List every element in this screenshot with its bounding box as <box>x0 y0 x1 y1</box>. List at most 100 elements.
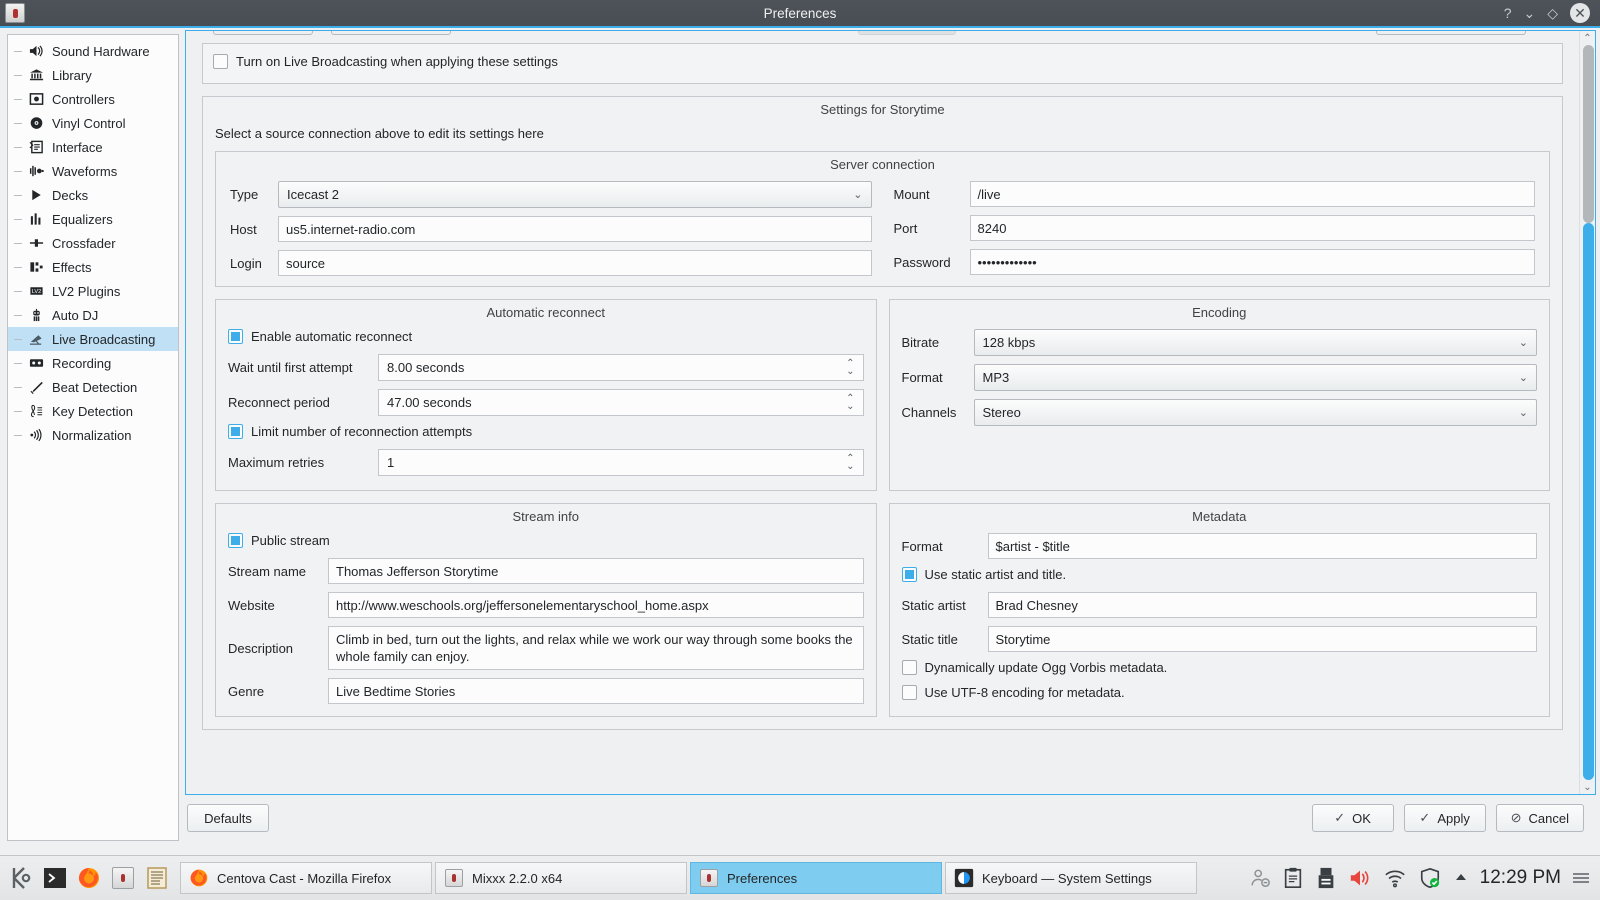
port-input[interactable]: 8240 <box>970 215 1536 241</box>
ogg-metadata-row[interactable]: Dynamically update Ogg Vorbis metadata. <box>902 660 1538 675</box>
public-stream-checkbox[interactable] <box>228 533 243 548</box>
window-task-list[interactable]: Centova Cast - Mozilla Firefox Mixxx 2.2… <box>180 862 1197 894</box>
metadata-format-input[interactable]: $artist - $title <box>988 533 1538 559</box>
turn-on-broadcasting-checkbox-row[interactable]: Turn on Live Broadcasting when applying … <box>213 54 1552 69</box>
spinner-arrows-icon[interactable]: ⌃⌄ <box>846 360 854 376</box>
chevron-down-icon[interactable]: ⌄ <box>1523 6 1535 20</box>
svg-text:LV2: LV2 <box>31 289 41 295</box>
limit-retries-checkbox[interactable] <box>228 424 243 439</box>
taskbar-item-preferences[interactable]: Preferences <box>690 862 942 894</box>
encoding-format-label: Format <box>902 370 974 385</box>
utf8-metadata-row[interactable]: Use UTF-8 encoding for metadata. <box>902 685 1538 700</box>
login-input[interactable]: source <box>278 250 872 276</box>
preferences-sidebar[interactable]: Sound Hardware Library Controllers Vinyl… <box>7 34 179 841</box>
scrollbar-thumb[interactable] <box>1583 223 1594 780</box>
bitrate-combobox[interactable]: 128 kbps ⌄ <box>974 329 1538 356</box>
reconnect-period-value: 47.00 seconds <box>387 395 472 410</box>
firefox-icon[interactable] <box>74 863 104 893</box>
wait-first-attempt-row: Wait until first attempt 8.00 seconds ⌃⌄ <box>228 354 864 381</box>
tree-branch-icon <box>14 51 26 52</box>
public-stream-row[interactable]: Public stream <box>228 533 864 548</box>
turn-on-broadcasting-checkbox[interactable] <box>213 54 228 69</box>
limit-retries-row[interactable]: Limit number of reconnection attempts <box>228 424 864 439</box>
sidebar-item-key-detection[interactable]: Key Detection <box>8 399 178 423</box>
sidebar-item-recording[interactable]: Recording <box>8 351 178 375</box>
mount-input[interactable]: /live <box>970 181 1536 207</box>
taskbar-item-keyboard-settings[interactable]: Keyboard — System Settings <box>945 862 1197 894</box>
sidebar-item-crossfader[interactable]: Crossfader <box>8 231 178 255</box>
text-editor-icon[interactable] <box>142 863 172 893</box>
show-hidden-icons-icon[interactable] <box>1453 871 1469 885</box>
sidebar-item-equalizers[interactable]: Equalizers <box>8 207 178 231</box>
sidebar-item-controllers[interactable]: Controllers <box>8 87 178 111</box>
vertical-scrollbar[interactable]: ⌃ ⌄ <box>1579 31 1595 794</box>
ogg-metadata-checkbox[interactable] <box>902 660 917 675</box>
scrollbar-thumb-upper[interactable] <box>1583 45 1594 223</box>
defaults-button[interactable]: Defaults <box>187 804 269 832</box>
sidebar-item-waveforms[interactable]: Waveforms <box>8 159 178 183</box>
taskbar-clock[interactable]: 12:29 PM <box>1480 867 1561 889</box>
description-row: Description Climb in bed, turn out the l… <box>228 626 864 670</box>
sidebar-item-interface[interactable]: Interface <box>8 135 178 159</box>
enable-reconnect-checkbox[interactable] <box>228 329 243 344</box>
help-icon[interactable]: ? <box>1504 6 1512 20</box>
terminal-icon[interactable] <box>40 863 70 893</box>
wait-first-attempt-spinbox[interactable]: 8.00 seconds ⌃⌄ <box>378 354 864 381</box>
sidebar-item-vinyl-control[interactable]: Vinyl Control <box>8 111 178 135</box>
utf8-metadata-checkbox[interactable] <box>902 685 917 700</box>
taskbar-item-mixxx[interactable]: Mixxx 2.2.0 x64 <box>435 862 687 894</box>
ok-button[interactable]: ✓ OK <box>1312 804 1394 832</box>
sidebar-item-beat-detection[interactable]: Beat Detection <box>8 375 178 399</box>
cropped-button-4[interactable] <box>1376 30 1526 35</box>
scrollbar-track[interactable] <box>1582 45 1594 780</box>
encoding-format-combobox[interactable]: MP3 ⌄ <box>974 364 1538 391</box>
static-title-input[interactable]: Storytime <box>988 626 1538 652</box>
stream-name-row: Stream name Thomas Jefferson Storytime <box>228 558 864 584</box>
use-static-checkbox[interactable] <box>902 567 917 582</box>
sidebar-item-normalization[interactable]: Normalization <box>8 423 178 447</box>
sidebar-item-decks[interactable]: Decks <box>8 183 178 207</box>
usb-drive-icon[interactable] <box>1315 867 1337 889</box>
spinner-arrows-icon[interactable]: ⌃⌄ <box>846 395 854 411</box>
cropped-button-2[interactable] <box>331 30 451 35</box>
apply-button[interactable]: ✓ Apply <box>1404 804 1486 832</box>
volume-icon[interactable] <box>1348 867 1372 889</box>
cancel-button[interactable]: ⊘ Cancel <box>1496 804 1584 832</box>
scroll-down-arrow-icon[interactable]: ⌄ <box>1583 780 1591 794</box>
host-input[interactable]: us5.internet-radio.com <box>278 216 872 242</box>
cropped-button-1[interactable] <box>213 30 313 35</box>
wifi-icon[interactable] <box>1383 867 1407 889</box>
spinner-arrows-icon[interactable]: ⌃⌄ <box>846 455 854 471</box>
reconnect-period-spinbox[interactable]: 47.00 seconds ⌃⌄ <box>378 389 864 416</box>
sidebar-item-auto-dj[interactable]: Auto DJ <box>8 303 178 327</box>
kde-menu-icon[interactable] <box>6 863 36 893</box>
type-combobox[interactable]: Icecast 2 ⌄ <box>278 181 872 208</box>
static-artist-input[interactable]: Brad Chesney <box>988 592 1538 618</box>
preferences-scroll-area[interactable]: Turn on Live Broadcasting when applying … <box>185 30 1596 795</box>
sidebar-item-effects[interactable]: Effects <box>8 255 178 279</box>
stream-name-input[interactable]: Thomas Jefferson Storytime <box>328 558 864 584</box>
sidebar-item-lv2-plugins[interactable]: LV2 LV2 Plugins <box>8 279 178 303</box>
keep-above-icon[interactable]: ◇ <box>1547 6 1558 20</box>
user-offline-icon[interactable] <box>1249 867 1271 889</box>
sidebar-item-live-broadcasting[interactable]: Live Broadcasting <box>8 327 178 351</box>
maximum-retries-spinbox[interactable]: 1 ⌃⌄ <box>378 449 864 476</box>
taskbar-item-firefox[interactable]: Centova Cast - Mozilla Firefox <box>180 862 432 894</box>
enable-reconnect-row[interactable]: Enable automatic reconnect <box>228 329 864 344</box>
hamburger-menu-icon[interactable] <box>1572 870 1590 886</box>
clipboard-icon[interactable] <box>1282 867 1304 889</box>
use-static-row[interactable]: Use static artist and title. <box>902 567 1538 582</box>
mixxx-icon[interactable] <box>108 863 138 893</box>
description-input[interactable]: Climb in bed, turn out the lights, and r… <box>328 626 864 670</box>
website-input[interactable]: http://www.weschools.org/jeffersonelemen… <box>328 592 864 618</box>
scroll-up-arrow-icon[interactable]: ⌃ <box>1583 31 1591 45</box>
security-shield-icon[interactable] <box>1418 867 1442 889</box>
password-input[interactable]: ••••••••••••• <box>970 249 1536 275</box>
close-icon[interactable]: ✕ <box>1570 3 1590 23</box>
sidebar-item-library[interactable]: Library <box>8 63 178 87</box>
sidebar-item-sound-hardware[interactable]: Sound Hardware <box>8 39 178 63</box>
channels-combobox[interactable]: Stereo ⌄ <box>974 399 1538 426</box>
beat-pencil-icon <box>26 378 46 396</box>
genre-input[interactable]: Live Bedtime Stories <box>328 678 864 704</box>
cropped-button-3[interactable] <box>858 30 956 35</box>
